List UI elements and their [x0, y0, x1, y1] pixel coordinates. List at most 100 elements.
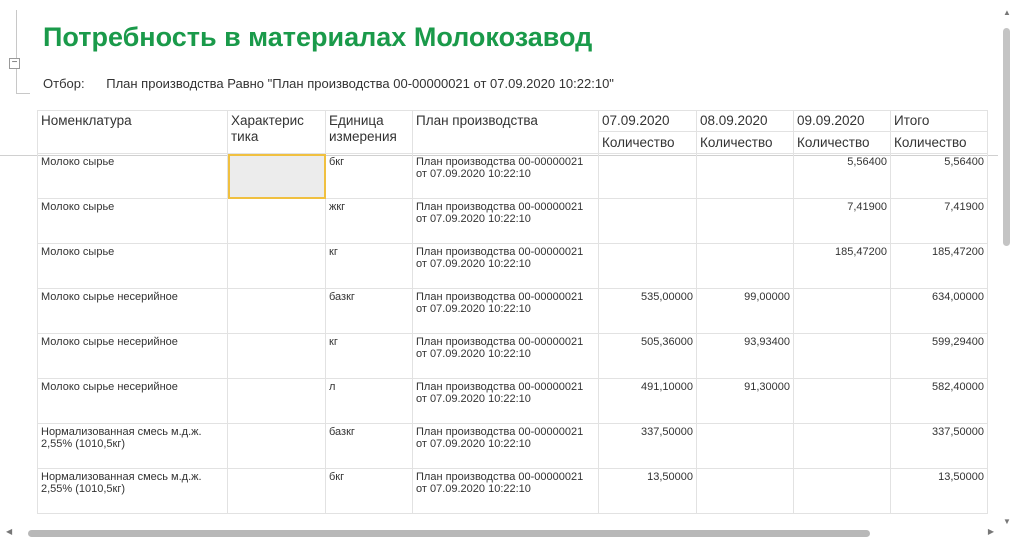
cell-total[interactable]: 185,47200 [890, 243, 988, 289]
group-bracket-foot [16, 93, 30, 94]
cell-plan[interactable]: План производства 00-00000021 от 07.09.2… [412, 333, 599, 379]
arrow-left-icon[interactable]: ◀ [6, 527, 12, 536]
cell-plan[interactable]: План производства 00-00000021 от 07.09.2… [412, 198, 599, 244]
cell-nomenclature[interactable]: Молоко сырье несерийное [37, 378, 228, 424]
cell-qty-1[interactable]: 535,00000 [598, 288, 697, 334]
cell-plan[interactable]: План производства 00-00000021 от 07.09.2… [412, 243, 599, 289]
report-table: Номенклатура Характерис тика Единица измер… [37, 110, 988, 514]
table-row[interactable]: Молоко сырье несерийное кг План производ… [37, 333, 988, 379]
cell-plan[interactable]: План производства 00-00000021 от 07.09.2… [412, 423, 599, 469]
cell-qty-1[interactable] [598, 198, 697, 244]
col-quantity-total[interactable]: Количество [890, 131, 988, 154]
cell-qty-2[interactable]: 99,00000 [696, 288, 794, 334]
cell-nomenclature[interactable]: Нормализованная смесь м.д.ж. 2,55% (1010… [37, 468, 228, 514]
report-title: Потребность в материалах Молокозавод [43, 22, 593, 52]
cell-unit[interactable]: бкг [325, 153, 413, 199]
cell-qty-1[interactable] [598, 243, 697, 289]
col-characteristic[interactable]: Характерис тика [227, 110, 326, 154]
horizontal-scrollbar[interactable]: ◀ ▶ [0, 526, 1000, 540]
arrow-down-icon[interactable]: ▼ [1003, 517, 1011, 526]
arrow-right-icon[interactable]: ▶ [988, 527, 994, 536]
cell-characteristic[interactable] [227, 288, 326, 334]
collapse-group-icon[interactable]: − [9, 58, 20, 69]
cell-qty-2[interactable] [696, 153, 794, 199]
cell-qty-1[interactable]: 505,36000 [598, 333, 697, 379]
table-row[interactable]: Нормализованная смесь м.д.ж. 2,55% (1010… [37, 423, 988, 469]
cell-qty-3[interactable]: 7,41900 [793, 198, 891, 244]
filter-line: Отбор: План производства Равно "План про… [43, 76, 614, 91]
cell-nomenclature[interactable]: Молоко сырье несерийное [37, 333, 228, 379]
cell-qty-3[interactable] [793, 288, 891, 334]
col-date-3[interactable]: 09.09.2020 [793, 110, 891, 132]
cell-total[interactable]: 7,41900 [890, 198, 988, 244]
cell-total[interactable]: 5,56400 [890, 153, 988, 199]
col-date-1[interactable]: 07.09.2020 [598, 110, 697, 132]
vertical-scrollbar[interactable]: ▲ ▼ [1000, 8, 1014, 526]
cell-nomenclature[interactable]: Нормализованная смесь м.д.ж. 2,55% (1010… [37, 423, 228, 469]
cell-total[interactable]: 599,29400 [890, 333, 988, 379]
cell-qty-1[interactable]: 337,50000 [598, 423, 697, 469]
cell-qty-2[interactable]: 91,30000 [696, 378, 794, 424]
cell-qty-3[interactable]: 185,47200 [793, 243, 891, 289]
cell-unit[interactable]: бкг [325, 468, 413, 514]
col-plan[interactable]: План производства [412, 110, 599, 154]
cell-qty-2[interactable] [696, 198, 794, 244]
cell-qty-1[interactable]: 491,10000 [598, 378, 697, 424]
cell-unit[interactable]: базкг [325, 288, 413, 334]
table-row[interactable]: Молоко сырье несерийное л План производс… [37, 378, 988, 424]
table-row[interactable]: Молоко сырье бкг План производства 00-00… [37, 153, 988, 199]
cell-qty-2[interactable]: 93,93400 [696, 333, 794, 379]
col-quantity-3[interactable]: Количество [793, 131, 891, 154]
table-row[interactable]: Молоко сырье несерийное базкг План произ… [37, 288, 988, 334]
cell-qty-3[interactable] [793, 468, 891, 514]
cell-qty-2[interactable] [696, 468, 794, 514]
col-total[interactable]: Итого [890, 110, 988, 132]
cell-qty-3[interactable]: 5,56400 [793, 153, 891, 199]
cell-nomenclature[interactable]: Молоко сырье [37, 198, 228, 244]
cell-total[interactable]: 634,00000 [890, 288, 988, 334]
table-row[interactable]: Молоко сырье кг План производства 00-000… [37, 243, 988, 289]
cell-characteristic[interactable] [227, 468, 326, 514]
cell-total[interactable]: 13,50000 [890, 468, 988, 514]
cell-unit[interactable]: жкг [325, 198, 413, 244]
cell-qty-1[interactable] [598, 153, 697, 199]
cell-total[interactable]: 337,50000 [890, 423, 988, 469]
cell-characteristic-selected[interactable] [227, 153, 326, 199]
cell-qty-2[interactable] [696, 423, 794, 469]
cell-plan[interactable]: План производства 00-00000021 от 07.09.2… [412, 468, 599, 514]
cell-nomenclature[interactable]: Молоко сырье несерийное [37, 288, 228, 334]
cell-characteristic[interactable] [227, 423, 326, 469]
cell-qty-3[interactable] [793, 333, 891, 379]
cell-total[interactable]: 582,40000 [890, 378, 988, 424]
arrow-up-icon[interactable]: ▲ [1003, 8, 1011, 17]
col-quantity-1[interactable]: Количество [598, 131, 697, 154]
group-bracket [16, 10, 17, 94]
cell-qty-1[interactable]: 13,50000 [598, 468, 697, 514]
cell-characteristic[interactable] [227, 198, 326, 244]
filter-value: План производства Равно "План производст… [106, 76, 614, 91]
cell-unit[interactable]: базкг [325, 423, 413, 469]
cell-unit[interactable]: кг [325, 333, 413, 379]
col-date-2[interactable]: 08.09.2020 [696, 110, 794, 132]
col-nomenclature[interactable]: Номенклатура [37, 110, 228, 154]
cell-plan[interactable]: План производства 00-00000021 от 07.09.2… [412, 288, 599, 334]
cell-characteristic[interactable] [227, 378, 326, 424]
vertical-scroll-thumb[interactable] [1003, 28, 1010, 246]
cell-qty-3[interactable] [793, 378, 891, 424]
cell-qty-2[interactable] [696, 243, 794, 289]
horizontal-scroll-thumb[interactable] [28, 530, 870, 537]
filter-label: Отбор: [43, 76, 85, 91]
cell-characteristic[interactable] [227, 243, 326, 289]
cell-nomenclature[interactable]: Молоко сырье [37, 243, 228, 289]
cell-unit[interactable]: л [325, 378, 413, 424]
table-row[interactable]: Молоко сырье жкг План производства 00-00… [37, 198, 988, 244]
cell-qty-3[interactable] [793, 423, 891, 469]
col-unit[interactable]: Единица измерения [325, 110, 413, 154]
cell-nomenclature[interactable]: Молоко сырье [37, 153, 228, 199]
cell-plan[interactable]: План производства 00-00000021 от 07.09.2… [412, 378, 599, 424]
cell-plan[interactable]: План производства 00-00000021 от 07.09.2… [412, 153, 599, 199]
cell-characteristic[interactable] [227, 333, 326, 379]
table-row[interactable]: Нормализованная смесь м.д.ж. 2,55% (1010… [37, 468, 988, 514]
col-quantity-2[interactable]: Количество [696, 131, 794, 154]
cell-unit[interactable]: кг [325, 243, 413, 289]
